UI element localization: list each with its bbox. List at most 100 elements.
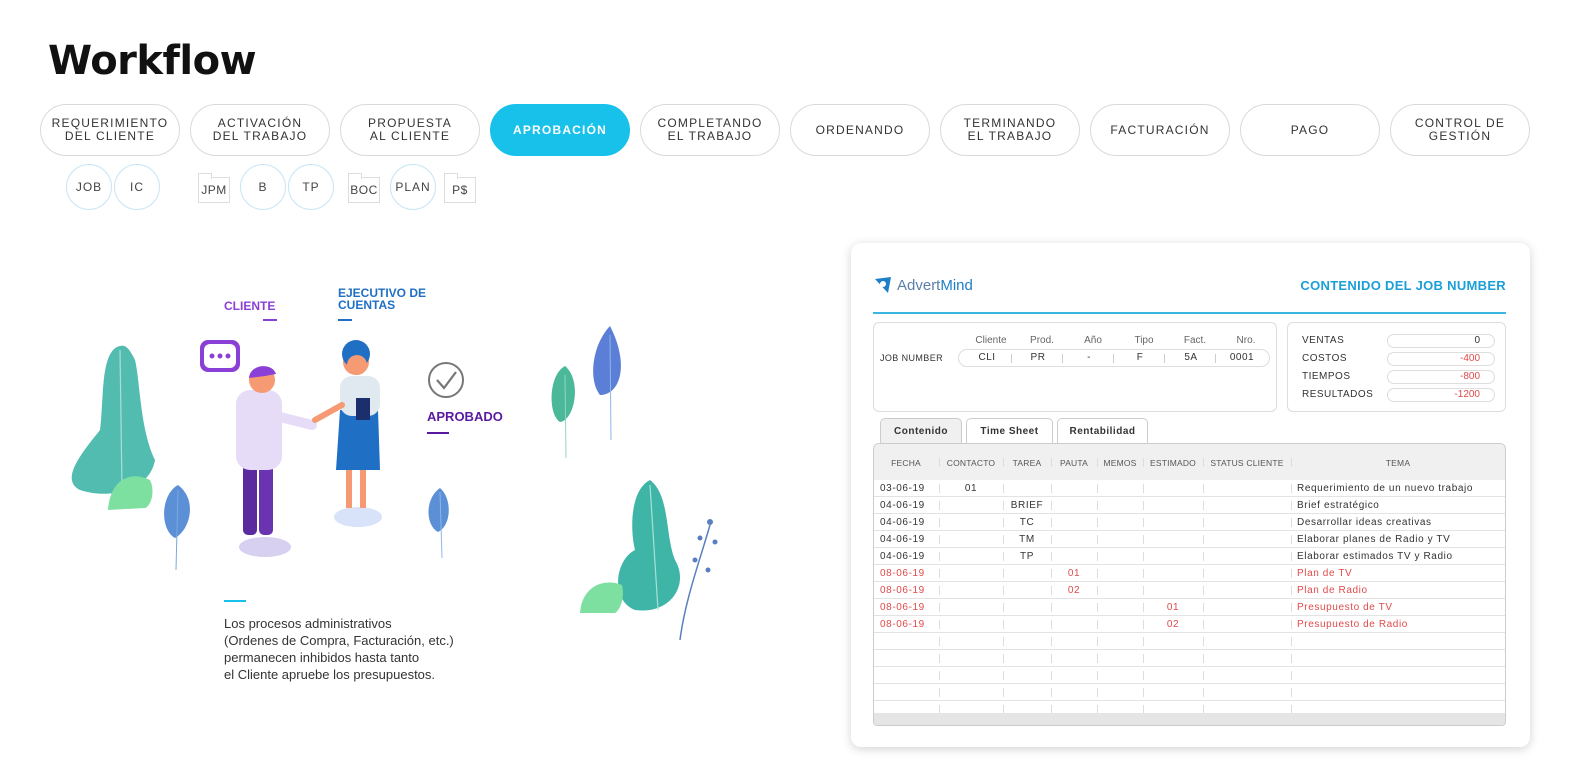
cell-separator	[1051, 586, 1052, 595]
step-10[interactable]: CONTROL DE GESTIÓN	[1390, 104, 1530, 156]
table-row[interactable]: 08-06-19 01 Plan de TV	[874, 565, 1505, 582]
cell-fecha: 08-06-19	[880, 619, 925, 630]
column-header-2: TAREA	[1012, 458, 1042, 468]
cell-separator	[1291, 586, 1292, 595]
check-circle-icon	[428, 362, 464, 398]
cell-separator	[1097, 535, 1098, 544]
table-row[interactable]: 08-06-19 02 Plan de Radio	[874, 582, 1505, 599]
step-3[interactable]: PROPUESTA AL CLIENTE	[340, 104, 480, 156]
cell-tarea: TM	[1019, 534, 1035, 545]
cell-separator	[1051, 518, 1052, 527]
cell-separator	[1291, 603, 1292, 612]
job-number-card: AdvertMind CONTENIDO DEL JOB NUMBER JOB …	[851, 243, 1530, 747]
total-row-resultados: RESULTADOS -1200	[1302, 388, 1497, 402]
job-header-4: Fact.	[1183, 335, 1207, 346]
header-separator	[1003, 458, 1004, 467]
tab-time-sheet[interactable]: Time Sheet	[966, 418, 1053, 444]
tab-contenido[interactable]: Contenido	[880, 418, 962, 444]
cell-separator	[1203, 654, 1204, 663]
table-row[interactable]: 03-06-19 01 Requerimiento de un nuevo trab…	[874, 480, 1505, 497]
job-value-separator	[1062, 354, 1063, 363]
table-row[interactable]: 04-06-19 TC Desarrollar ideas creativas	[874, 514, 1505, 531]
workflow-steps: REQUERIMIENTO DEL CLIENTE ACTIVACIÓN DEL …	[40, 104, 1530, 156]
cell-separator	[939, 654, 940, 663]
table-row[interactable]	[874, 633, 1505, 650]
card-title: CONTENIDO DEL JOB NUMBER	[1300, 278, 1506, 293]
table-row[interactable]: 04-06-19 TP Elaborar estimados TV y Radio	[874, 548, 1505, 565]
total-value: -400	[1387, 352, 1495, 366]
cell-separator	[1097, 569, 1098, 578]
job-header-5: Nro.	[1236, 335, 1256, 346]
job-number-label: JOB NUMBER	[880, 353, 944, 363]
job-value-separator	[1215, 354, 1216, 363]
cell-separator	[1097, 620, 1098, 629]
job-button[interactable]: JOB	[66, 164, 112, 210]
cell-separator	[1003, 535, 1004, 544]
cell-separator	[1003, 603, 1004, 612]
total-label: RESULTADOS	[1302, 389, 1374, 400]
cell-separator	[1143, 620, 1144, 629]
logo-text: AdvertMind	[897, 277, 973, 294]
plan-button[interactable]: PLAN	[390, 164, 436, 210]
step-2[interactable]: ACTIVACIÓN DEL TRABAJO	[190, 104, 330, 156]
tab-rentabilidad[interactable]: Rentabilidad	[1057, 418, 1148, 444]
cell-separator	[939, 552, 940, 561]
job-value-0: CLI	[978, 352, 996, 363]
description-text: Los procesos administrativos (Ordenes de…	[224, 616, 454, 682]
cell-separator	[1291, 671, 1292, 680]
cell-estimado: 02	[1166, 619, 1180, 630]
table-row[interactable]	[874, 684, 1505, 701]
step-4[interactable]: APROBACIÓN	[490, 104, 630, 156]
header-separator	[1143, 458, 1144, 467]
job-number-values[interactable]: CLI PR - F 5A 0001	[958, 349, 1270, 367]
step-9[interactable]: PAGO	[1240, 104, 1380, 156]
column-header-6: STATUS CLIENTE	[1210, 458, 1284, 468]
table-row[interactable]	[874, 667, 1505, 684]
cell-pauta: 01	[1067, 568, 1081, 579]
boc-folder-button[interactable]: BOC	[348, 173, 380, 203]
cell-fecha: 08-06-19	[880, 585, 925, 596]
cell-separator	[1203, 620, 1204, 629]
cell-tema: Desarrollar ideas creativas	[1297, 517, 1432, 528]
step-5[interactable]: COMPLETANDO EL TRABAJO	[640, 104, 780, 156]
cell-separator	[1051, 637, 1052, 646]
cell-separator	[1143, 501, 1144, 510]
cell-tarea: BRIEF	[1010, 500, 1044, 511]
b-button[interactable]: B	[240, 164, 286, 210]
table-row[interactable]: 08-06-19 02 Presupuesto de Radio	[874, 616, 1505, 633]
ic-button[interactable]: IC	[114, 164, 160, 210]
jpm-folder-button[interactable]: JPM	[198, 173, 230, 203]
aprobado-label: APROBADO	[427, 409, 503, 424]
page-title: Workflow	[48, 38, 257, 84]
cell-separator	[1291, 552, 1292, 561]
table-row[interactable]: 08-06-19 01 Presupuesto de TV	[874, 599, 1505, 616]
jpm-label: JPM	[201, 183, 227, 197]
cell-separator	[1291, 688, 1292, 697]
cell-separator	[939, 620, 940, 629]
tp-button[interactable]: TP	[288, 164, 334, 210]
header-separator	[1203, 458, 1204, 467]
cell-separator	[1203, 552, 1204, 561]
job-value-separator	[1113, 354, 1114, 363]
table-row[interactable]: 04-06-19 TM Elaborar planes de Radio y TV	[874, 531, 1505, 548]
job-number-headers: Cliente Prod. Año Tipo Fact. Nro.	[962, 335, 1272, 347]
job-value-separator	[1011, 354, 1012, 363]
step-1[interactable]: REQUERIMIENTO DEL CLIENTE	[40, 104, 180, 156]
cell-separator	[1003, 501, 1004, 510]
tree-right-1	[593, 326, 621, 395]
cell-separator	[1143, 586, 1144, 595]
step-7[interactable]: TERMINANDO EL TRABAJO	[940, 104, 1080, 156]
ejecutivo-label: EJECUTIVO DE CUENTAS	[338, 286, 427, 312]
cell-separator	[1097, 501, 1098, 510]
table-row[interactable]	[874, 650, 1505, 667]
cell-separator	[1203, 501, 1204, 510]
job-header-3: Tipo	[1134, 335, 1154, 346]
step-8[interactable]: FACTURACIÓN	[1090, 104, 1230, 156]
table-row[interactable]: 04-06-19 BRIEF Brief estratégico	[874, 497, 1505, 514]
step-6[interactable]: ORDENANDO	[790, 104, 930, 156]
job-number-box: JOB NUMBER Cliente Prod. Año Tipo Fact. Nro. …	[873, 322, 1277, 412]
ps-folder-button[interactable]: P$	[444, 173, 476, 203]
table-scroll-footer[interactable]	[874, 713, 1505, 725]
job-header-1: Prod.	[1030, 335, 1054, 346]
cell-separator	[1051, 603, 1052, 612]
